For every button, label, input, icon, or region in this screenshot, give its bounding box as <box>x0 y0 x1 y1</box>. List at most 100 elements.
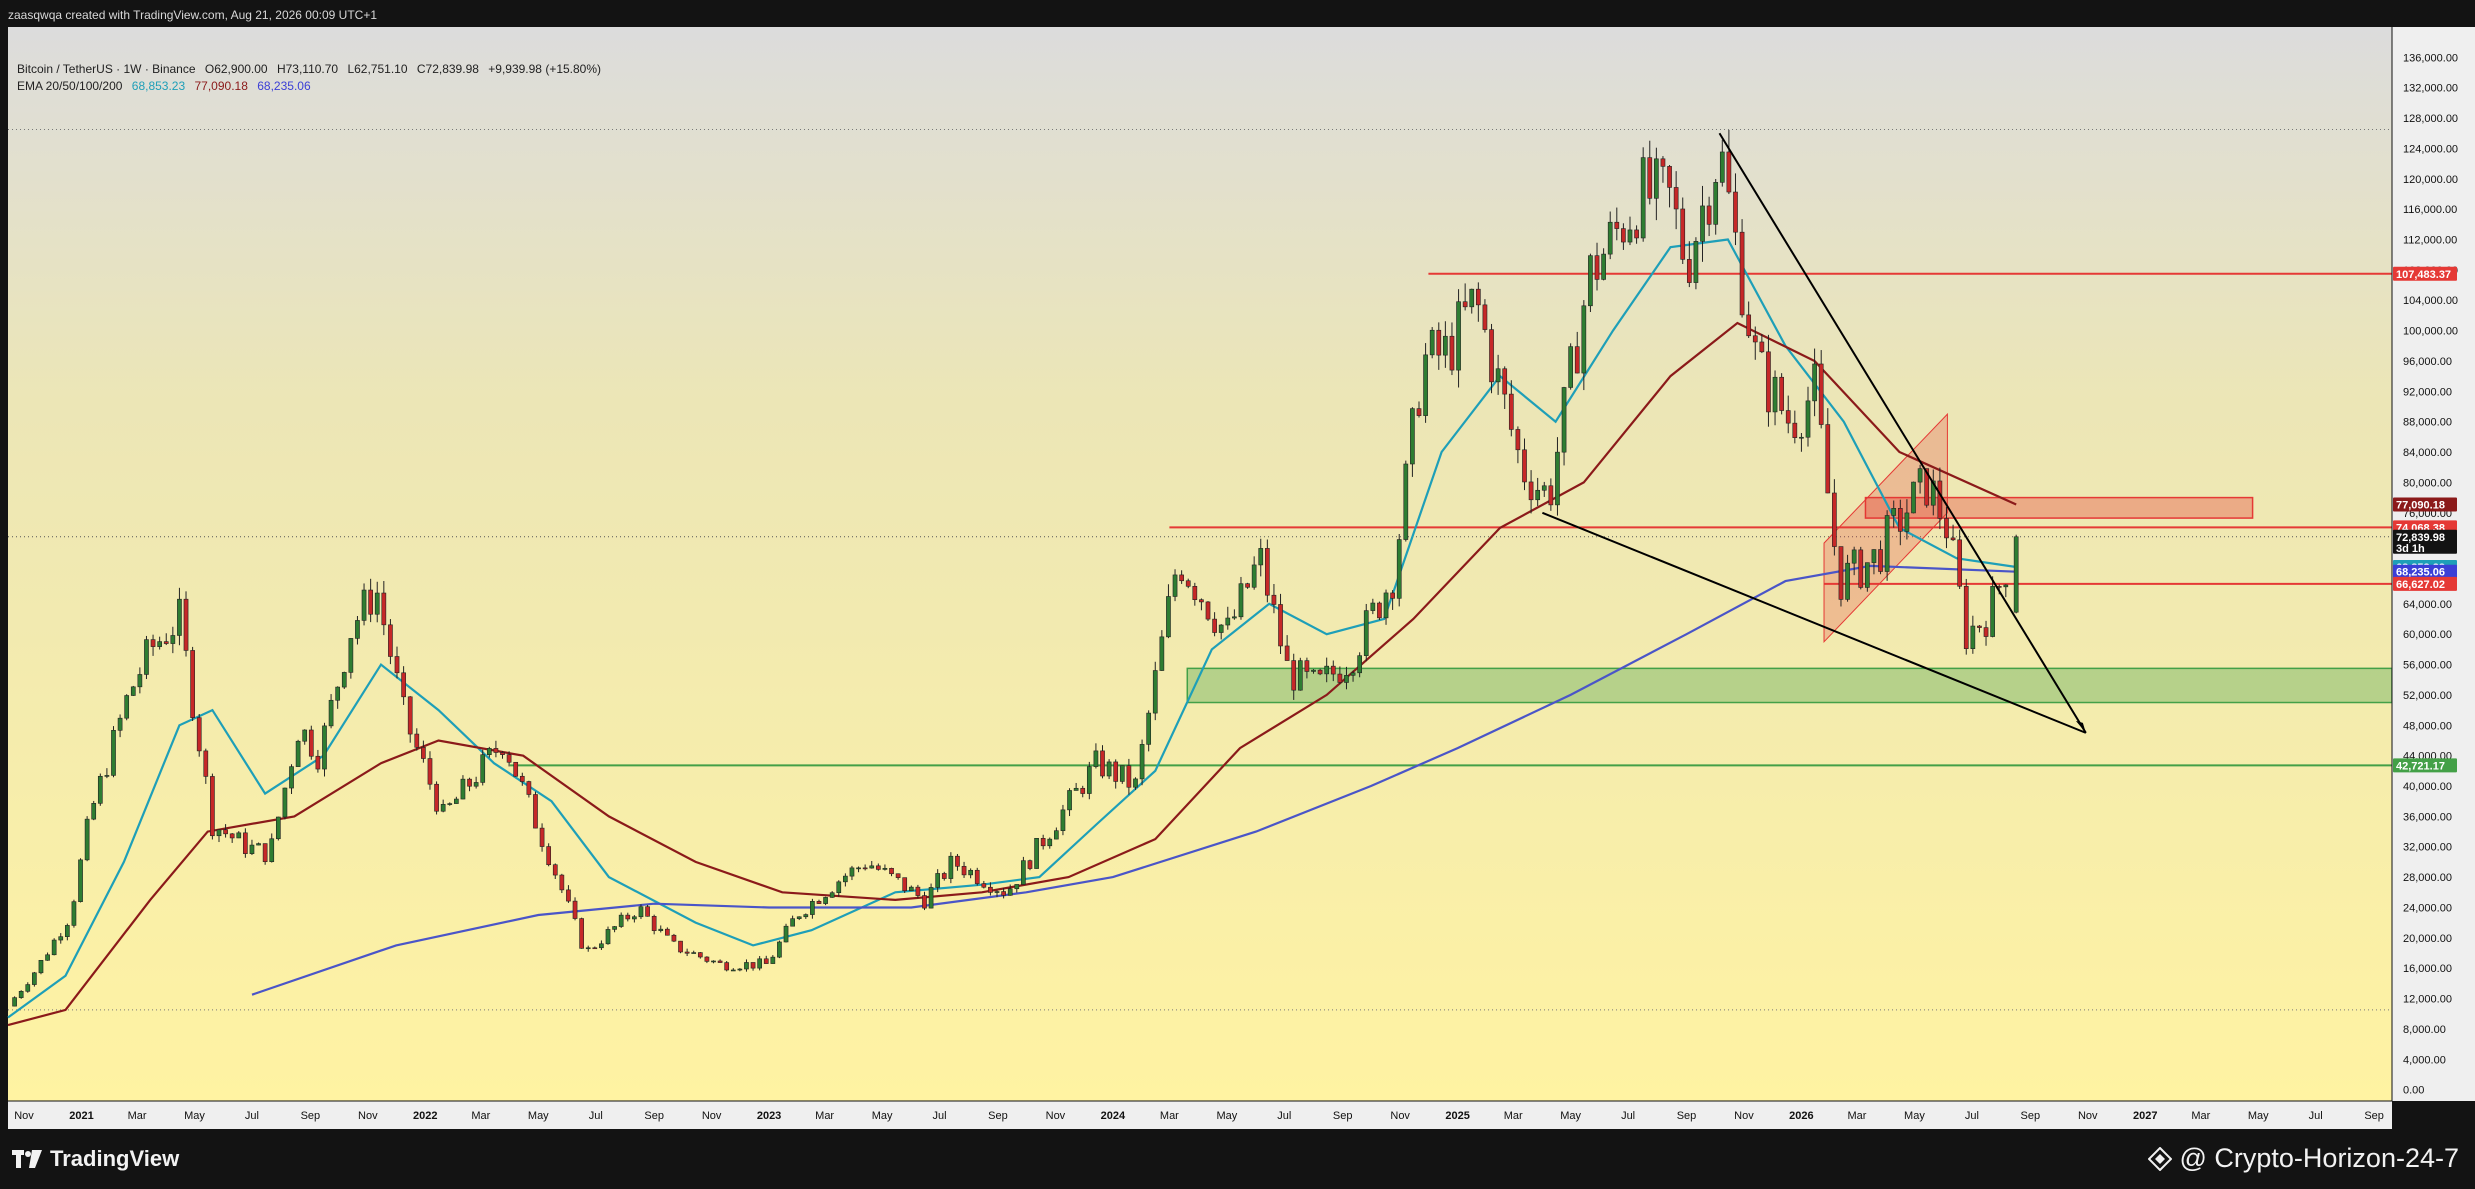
candle-body <box>1126 765 1132 788</box>
candle-body <box>1733 191 1738 233</box>
author-watermark: @ Crypto-Horizon-24-7 <box>2147 1143 2459 1174</box>
time-tick-label: Nov <box>14 1110 34 1122</box>
candle-body <box>1983 627 1989 637</box>
time-tick-label: 2022 <box>413 1110 437 1122</box>
candle-body <box>1060 809 1066 831</box>
time-tick-label: Mar <box>1504 1110 1523 1122</box>
candle-body <box>1660 158 1666 167</box>
candle-body <box>1350 672 1356 676</box>
price-badge-label: 68,235.06 <box>2396 567 2445 579</box>
candle-body <box>1297 660 1303 691</box>
candle-body <box>1495 368 1501 383</box>
ohlc-change: +9,939.98 (+15.80%) <box>488 62 602 76</box>
candle-body <box>1396 539 1402 599</box>
price-badge-label: 107,483.37 <box>2396 269 2451 281</box>
candle-body <box>1199 599 1204 603</box>
candle-body <box>665 928 670 936</box>
candle-body <box>275 816 281 840</box>
candle-body <box>1700 205 1705 242</box>
candle-body <box>1456 301 1461 371</box>
candle-body <box>1627 229 1633 243</box>
time-tick-label: 2021 <box>69 1110 93 1122</box>
candle-body <box>506 754 512 763</box>
time-tick-label: Sep <box>1677 1110 1697 1122</box>
candle-body <box>1963 585 1969 649</box>
candle-body <box>1528 481 1534 501</box>
time-tick-label: Sep <box>644 1110 664 1122</box>
brand-name: TradingView <box>50 1146 180 1171</box>
candle-body <box>1621 228 1626 243</box>
time-tick-label: 2023 <box>757 1110 781 1122</box>
candle-body <box>1225 617 1231 626</box>
candle-body <box>546 846 552 866</box>
candle-body <box>1792 422 1798 438</box>
chart-area[interactable]: 136,000.00 132,000.00 128,000.00 124,000.00… <box>0 27 2475 1129</box>
top-bar: zaasqwqa created with TradingView.com, A… <box>0 0 2475 27</box>
candle-body <box>1423 354 1428 416</box>
ema50-value: 77,090.18 <box>194 79 248 93</box>
candle-body <box>783 925 789 943</box>
time-tick-label: Mar <box>128 1110 147 1122</box>
price-chart[interactable]: 136,000.00 132,000.00 128,000.00 124,000.00… <box>0 27 2475 1129</box>
price-tick-label: 56,000.00 <box>2403 660 2452 672</box>
time-tick-label: Mar <box>815 1110 834 1122</box>
candle-body <box>117 717 123 731</box>
ema200-value: 68,235.06 <box>257 79 311 93</box>
candle-body <box>355 620 360 639</box>
candle-body <box>862 867 868 870</box>
time-tick-label: Sep <box>301 1110 321 1122</box>
candle-body <box>1106 761 1112 777</box>
candle-body <box>1845 562 1850 600</box>
candle-body <box>1917 468 1923 483</box>
candle-body <box>1865 562 1870 588</box>
candle-body <box>1093 750 1099 767</box>
candle-body <box>1330 665 1336 675</box>
price-tick-label: 48,000.00 <box>2403 720 2452 732</box>
tradingview-logo[interactable]: TradingView <box>12 1146 179 1172</box>
credit-text: zaasqwqa created with TradingView.com, A… <box>8 8 378 22</box>
ohlc-open: O62,900.00 <box>204 62 268 76</box>
candle-body <box>697 952 703 958</box>
price-tick-label: 100,000.00 <box>2403 326 2458 338</box>
price-tick-label: 80,000.00 <box>2403 477 2452 489</box>
candle-body <box>1139 744 1145 780</box>
candle-body <box>948 855 954 879</box>
candle-body <box>777 941 782 958</box>
candle-body <box>711 960 716 963</box>
candle-body <box>869 865 875 869</box>
candle-body <box>684 951 690 954</box>
candle-body <box>394 656 400 674</box>
candle-body <box>1212 618 1217 633</box>
time-tick-label: Sep <box>2021 1110 2041 1122</box>
candle-body <box>12 997 17 1007</box>
candle-body <box>724 962 730 971</box>
candle-body <box>236 832 242 839</box>
candle-body <box>315 755 321 770</box>
candle-body <box>1752 335 1758 343</box>
candle-body <box>262 843 268 863</box>
price-badge-label: 42,721.17 <box>2396 760 2445 772</box>
price-tick-label: 112,000.00 <box>2403 235 2457 247</box>
candle-body <box>1614 221 1620 229</box>
candle-body <box>1601 253 1606 280</box>
time-tick-label: Nov <box>358 1110 378 1122</box>
price-tick-label: 32,000.00 <box>2403 842 2452 854</box>
time-tick-label: 2025 <box>1445 1110 1469 1122</box>
candle-body <box>1258 548 1264 566</box>
candle-body <box>1133 778 1138 788</box>
candle-body <box>1469 288 1475 308</box>
candle-body <box>1001 891 1006 896</box>
candle-body <box>1858 549 1864 588</box>
candle-body <box>843 875 848 883</box>
candle-body <box>1647 157 1653 199</box>
price-tick-label: 4,000.00 <box>2403 1054 2446 1066</box>
candle-body <box>434 783 439 812</box>
time-tick-label: Jul <box>245 1110 259 1122</box>
candle-body <box>533 794 538 829</box>
candle-body <box>1825 424 1831 494</box>
time-tick-label: May <box>872 1110 893 1122</box>
candle-body <box>1482 304 1488 330</box>
candle-body <box>1403 463 1409 540</box>
candle-body <box>1192 586 1198 600</box>
candle-body <box>45 954 50 961</box>
